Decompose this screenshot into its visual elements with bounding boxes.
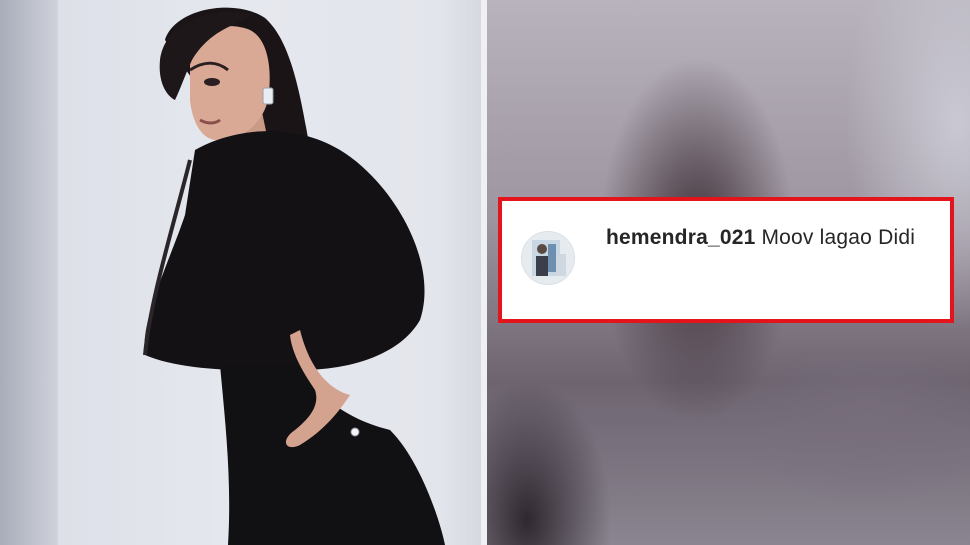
comment-body: Moov lagao Didi — [761, 226, 916, 249]
woman-portrait-illustration — [143, 7, 445, 545]
comment-line: hemendra_021 Moov lagao Didi — [606, 226, 915, 250]
portrait-photo — [0, 0, 487, 545]
highlighted-comment: hemendra_021 Moov lagao Didi — [498, 197, 954, 323]
comment-username[interactable]: hemendra_021 — [606, 226, 755, 249]
user-avatar-icon[interactable] — [521, 231, 575, 285]
